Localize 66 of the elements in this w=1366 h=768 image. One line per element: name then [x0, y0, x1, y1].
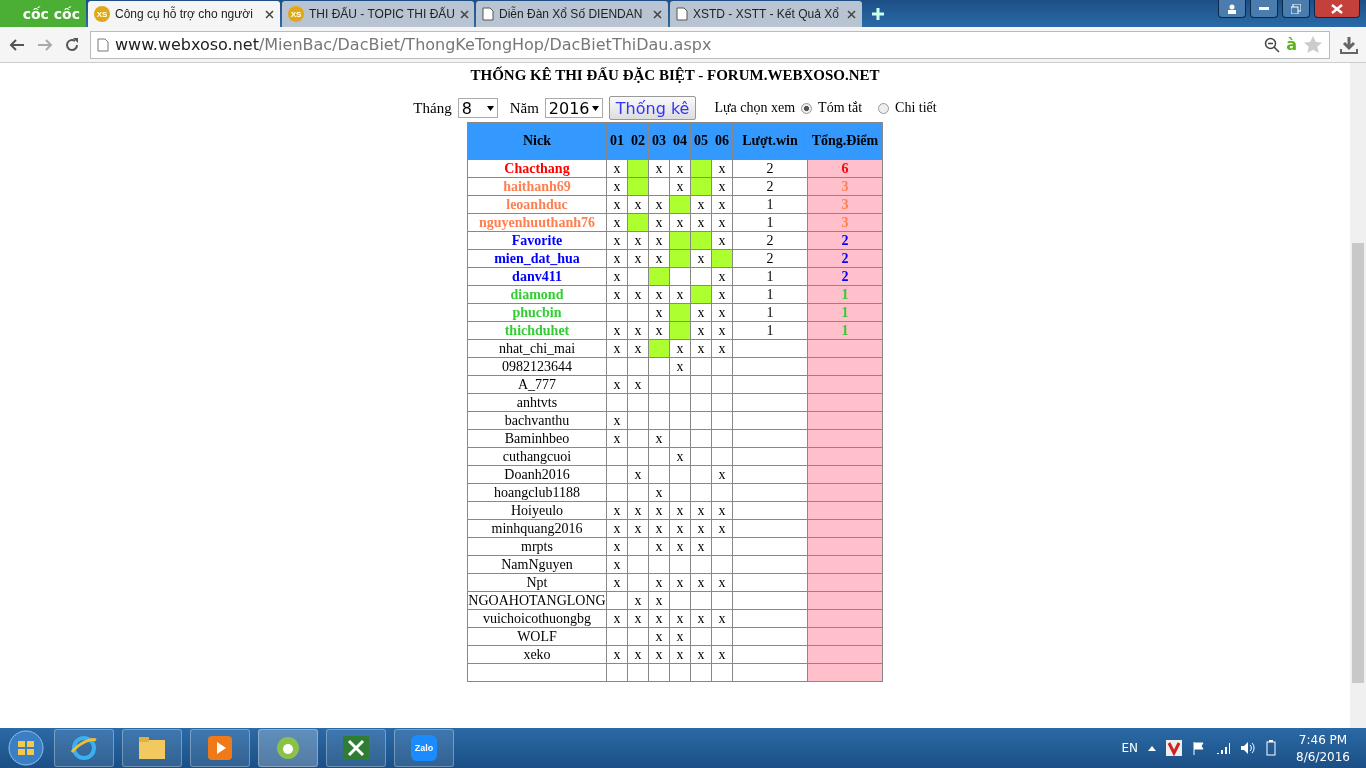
- month-label: Tháng: [413, 99, 452, 117]
- browser-tab[interactable]: XS THI ĐẤU - TOPIC THI ĐẤU: [282, 1, 474, 27]
- month-select[interactable]: 8: [457, 98, 498, 118]
- radio-button[interactable]: [878, 102, 890, 114]
- restore-icon: [1291, 3, 1301, 14]
- minimize-icon: [1259, 6, 1269, 11]
- media-taskbar-icon[interactable]: [190, 729, 250, 767]
- radio-button[interactable]: [801, 102, 813, 114]
- column-header: 01: [606, 122, 628, 160]
- column-header: Lượt.win: [732, 122, 808, 160]
- close-icon[interactable]: [653, 9, 662, 19]
- flag-icon[interactable]: [1192, 741, 1207, 755]
- view-label: Lựa chọn xem: [714, 100, 796, 116]
- close-icon[interactable]: [847, 9, 856, 19]
- close-icon[interactable]: [460, 9, 469, 19]
- close-button[interactable]: [1314, 0, 1360, 18]
- browser-tab[interactable]: XS Công cụ hỗ trợ cho người: [88, 1, 280, 27]
- year-label: Năm: [509, 99, 539, 117]
- page-icon: [97, 37, 109, 52]
- reload-icon[interactable]: [64, 36, 80, 53]
- site-icon: XS: [94, 6, 110, 22]
- person-icon: [1227, 3, 1237, 14]
- back-icon[interactable]: [8, 36, 26, 53]
- radio-label[interactable]: Tóm tắt: [818, 100, 863, 116]
- url-text[interactable]: www.webxoso.net/MienBac/DacBiet/ThongKeTongHop/DacBietThiDau.aspx: [115, 35, 1259, 54]
- page-icon: [676, 7, 688, 21]
- battery-icon[interactable]: [1266, 740, 1277, 756]
- folder-taskbar-icon[interactable]: [122, 729, 182, 767]
- spreadsheet-taskbar-icon[interactable]: [326, 729, 386, 767]
- close-icon: [1331, 3, 1343, 14]
- column-header: 06: [711, 122, 733, 160]
- browser-tab[interactable]: Diễn Đàn Xổ Số DIENDAN: [476, 1, 668, 27]
- page-icon: [482, 7, 494, 21]
- start-icon[interactable]: [6, 729, 46, 767]
- tray-arrow-icon[interactable]: [1148, 745, 1157, 751]
- star-icon[interactable]: [1303, 35, 1323, 54]
- download-icon[interactable]: [1340, 35, 1358, 54]
- page-title: THỐNG KÊ THI ĐẤU ĐẶC BIỆT - FORUM.WEBXOSO.NET: [470, 67, 880, 84]
- caret-icon: [591, 105, 599, 111]
- antivirus-icon[interactable]: [1166, 740, 1183, 756]
- browser-tab[interactable]: XSTD - XSTT - Kết Quả Xổ: [670, 1, 862, 27]
- column-header: 02: [627, 122, 649, 160]
- close-icon[interactable]: [265, 9, 274, 19]
- language-indicator[interactable]: EN: [1121, 741, 1139, 755]
- year-select[interactable]: 2016: [544, 98, 603, 118]
- column-header: Nick: [467, 122, 607, 160]
- clock-date[interactable]: 8/6/2016: [1296, 749, 1350, 764]
- signal-icon[interactable]: [1216, 742, 1231, 754]
- profile-button[interactable]: [1218, 0, 1246, 18]
- column-header: 04: [669, 122, 691, 160]
- column-header: 05: [690, 122, 712, 160]
- zoom-out-icon[interactable]: [1264, 36, 1281, 53]
- site-icon: XS: [288, 6, 304, 22]
- speaker-icon[interactable]: [1240, 741, 1257, 755]
- browser-taskbar-icon[interactable]: [54, 729, 114, 767]
- new-tab-icon[interactable]: [870, 6, 886, 22]
- scrollbar[interactable]: [1350, 63, 1366, 728]
- restore-button[interactable]: [1282, 0, 1310, 18]
- minimize-button[interactable]: [1250, 0, 1278, 18]
- radio-label[interactable]: Chi tiết: [895, 100, 937, 116]
- column-header: 03: [648, 122, 670, 160]
- clock-time[interactable]: 7:46 PM: [1298, 732, 1348, 747]
- caret-icon: [486, 105, 494, 111]
- browser-taskbar-icon[interactable]: [258, 729, 318, 767]
- submit-button[interactable]: Thống kê: [608, 96, 697, 120]
- column-header: Tổng.Điểm: [807, 122, 883, 160]
